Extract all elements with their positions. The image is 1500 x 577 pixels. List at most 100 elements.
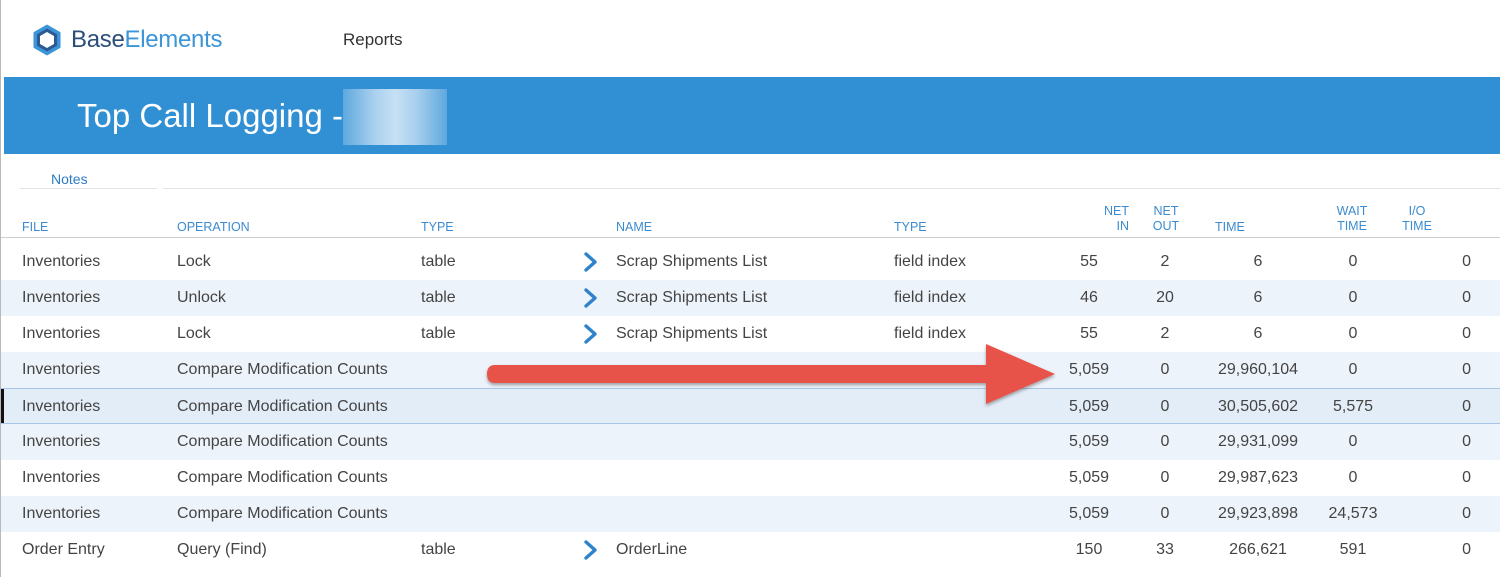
col-header-net-out-line1: NET: [1153, 204, 1179, 218]
cell-wait-time: 24,573: [1328, 505, 1378, 522]
cell-wait-time: 0: [1348, 469, 1358, 486]
cell-operation: Compare Modification Counts: [177, 398, 388, 415]
cell-operation: Query (Find): [177, 541, 267, 558]
cell-io-time: 0: [1462, 361, 1471, 378]
tab-underline: [20, 188, 157, 189]
col-header-wait-time-line2: TIME: [1337, 219, 1367, 233]
col-header-type[interactable]: TYPE: [421, 220, 454, 235]
app-logo[interactable]: BaseElements: [30, 22, 222, 58]
cell-wait-time: 0: [1348, 361, 1358, 378]
cell-net-in: 5,059: [1068, 469, 1110, 486]
col-header-type-2[interactable]: TYPE: [894, 220, 927, 235]
cell-io-time: 0: [1462, 289, 1471, 306]
cell-time: 29,931,099: [1217, 433, 1299, 450]
col-header-time[interactable]: TIME: [1215, 220, 1245, 235]
chevron-right-icon[interactable]: [583, 540, 599, 560]
cell-type: table: [421, 541, 456, 558]
cell-name: Scrap Shipments List: [616, 253, 768, 270]
cell-file: Inventories: [22, 253, 101, 270]
cell-wait-time: 0: [1348, 289, 1358, 306]
cell-file: Inventories: [22, 469, 101, 486]
page-header: Top Call Logging -: [4, 77, 1500, 154]
table-row[interactable]: Inventories Compare Modification Counts 5,…: [1, 424, 1500, 460]
top-bar: BaseElements Reports: [1, 0, 1500, 77]
col-header-net-out[interactable]: NET OUT: [1146, 204, 1186, 234]
col-header-net-in[interactable]: NET IN: [1089, 204, 1129, 234]
cell-net-in: 55: [1080, 325, 1098, 342]
cell-io-time: 0: [1462, 433, 1471, 450]
chevron-right-icon[interactable]: [583, 252, 599, 272]
cell-type-2: field index: [894, 253, 967, 270]
cell-time: 29,960,104: [1217, 361, 1299, 378]
cell-net-out: 0: [1160, 361, 1170, 378]
cell-net-in: 5,059: [1068, 398, 1110, 415]
col-header-net-in-line1: NET: [1104, 204, 1129, 218]
col-header-io-time[interactable]: I/O TIME: [1397, 204, 1437, 234]
table-row[interactable]: Inventories Compare Modification Counts 5,…: [1, 460, 1500, 496]
cell-net-in: 5,059: [1068, 505, 1110, 522]
cell-io-time: 0: [1462, 505, 1471, 522]
cell-io-time: 0: [1462, 398, 1471, 415]
cell-net-out: 0: [1160, 433, 1170, 450]
table-row[interactable]: Inventories Compare Modification Counts 5,…: [1, 496, 1500, 532]
col-header-net-in-line2: IN: [1116, 219, 1130, 233]
col-header-wait-time[interactable]: WAIT TIME: [1329, 204, 1375, 234]
cell-time: 29,987,623: [1217, 469, 1299, 486]
col-header-net-out-line2: OUT: [1152, 219, 1180, 233]
cell-operation: Lock: [177, 325, 211, 342]
cell-net-out: 0: [1160, 505, 1170, 522]
cell-net-out: 33: [1156, 541, 1174, 558]
app-window: BaseElements Reports Top Call Logging - …: [0, 0, 1500, 577]
cell-time: 30,505,602: [1217, 398, 1299, 415]
tab-notes[interactable]: Notes: [51, 171, 88, 187]
cell-io-time: 0: [1462, 541, 1471, 558]
cell-operation: Compare Modification Counts: [177, 433, 388, 450]
cell-net-in: 5,059: [1068, 433, 1110, 450]
cell-file: Inventories: [22, 289, 101, 306]
col-header-file[interactable]: FILE: [22, 220, 48, 235]
cell-type: table: [421, 289, 456, 306]
cell-operation: Unlock: [177, 289, 226, 306]
page-title: Top Call Logging -: [77, 97, 343, 134]
cell-net-out: 2: [1160, 325, 1170, 342]
cell-net-out: 0: [1160, 398, 1170, 415]
cell-file: Inventories: [22, 398, 101, 415]
cell-operation: Compare Modification Counts: [177, 361, 388, 378]
cell-file: Inventories: [22, 433, 101, 450]
menu-reports[interactable]: Reports: [343, 30, 403, 50]
cell-net-in: 5,059: [1068, 361, 1110, 378]
hexagon-logo-icon: [33, 24, 61, 56]
cell-name: OrderLine: [616, 541, 688, 558]
col-header-io-time-line2: TIME: [1402, 219, 1432, 233]
table-row[interactable]: Inventories Lock table Scrap Shipments List…: [1, 244, 1500, 280]
cell-io-time: 0: [1462, 469, 1471, 486]
logo-text: BaseElements: [71, 26, 222, 54]
chevron-right-icon[interactable]: [583, 288, 599, 308]
table-row[interactable]: Inventories Unlock table Scrap Shipments Li…: [1, 280, 1500, 316]
cell-time: 6: [1253, 289, 1263, 306]
cell-type: table: [421, 253, 456, 270]
cell-io-time: 0: [1462, 253, 1471, 270]
cell-name: Scrap Shipments List: [616, 289, 768, 306]
cell-wait-time: 0: [1348, 433, 1358, 450]
cell-operation: Compare Modification Counts: [177, 469, 388, 486]
col-header-wait-time-line1: WAIT: [1336, 204, 1368, 218]
cell-wait-time: 5,575: [1332, 398, 1374, 415]
cell-file: Inventories: [22, 325, 101, 342]
cell-wait-time: 0: [1348, 253, 1358, 270]
cell-time: 6: [1253, 325, 1263, 342]
cell-time: 266,621: [1229, 541, 1287, 558]
cell-type-2: field index: [894, 289, 967, 306]
cell-net-out: 20: [1156, 289, 1174, 306]
red-arrow-icon: [487, 344, 1055, 404]
col-header-operation[interactable]: OPERATION: [177, 220, 250, 235]
col-header-name[interactable]: NAME: [616, 220, 652, 235]
table-header: FILE OPERATION TYPE NAME TYPE NET IN NET…: [1, 190, 1500, 238]
cell-type: table: [421, 325, 456, 342]
cell-file: Order Entry: [22, 541, 105, 558]
logo-text-base: Base: [71, 26, 125, 53]
cell-net-out: 0: [1160, 469, 1170, 486]
table-row[interactable]: Order Entry Query (Find) table OrderLine 150…: [1, 532, 1500, 568]
cell-operation: Compare Modification Counts: [177, 505, 388, 522]
cell-net-in: 150: [1075, 541, 1103, 558]
